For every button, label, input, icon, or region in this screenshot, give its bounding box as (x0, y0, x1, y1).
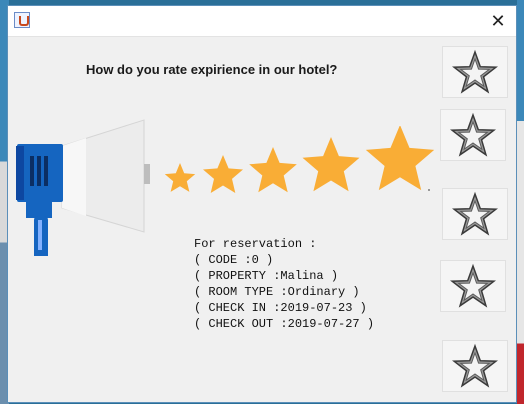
rate-4-star-button[interactable] (440, 260, 506, 312)
five-star-graphic (164, 126, 435, 193)
close-icon: ✕ (490, 10, 506, 31)
reservation-room-type: ( ROOM TYPE :Ordinary ) (194, 285, 360, 299)
star-outline-icon (451, 343, 499, 388)
title-bar: ✕ (8, 6, 516, 37)
star-icon (164, 163, 196, 192)
background-app-right (517, 0, 524, 404)
reservation-property: ( PROPERTY :Malina ) (194, 269, 339, 283)
rate-3-star-button[interactable] (442, 188, 508, 240)
megaphone-icon (16, 119, 150, 256)
star-outline-icon (449, 263, 497, 308)
star-outline-icon (451, 191, 499, 236)
reservation-check-in: ( CHECK IN :2019-07-23 ) (194, 301, 367, 315)
star-icon (365, 126, 435, 191)
star-outline-icon (451, 49, 499, 94)
rating-question: How do you rate expirience in our hotel? (86, 62, 338, 77)
star-outline-icon (449, 112, 497, 157)
rate-2-star-button[interactable] (440, 109, 506, 161)
reservation-code: ( CODE :0 ) (194, 253, 274, 267)
close-button[interactable]: ✕ (486, 9, 510, 33)
rate-5-star-button[interactable] (442, 340, 508, 392)
java-icon (14, 12, 30, 28)
reservation-header: For reservation : (194, 237, 317, 251)
divider-dot (428, 189, 430, 191)
reservation-check-out: ( CHECK OUT :2019-07-27 ) (194, 317, 375, 331)
reservation-info: For reservation : ( CODE :0 ) ( PROPERTY… (194, 236, 374, 332)
rating-dialog: ✕ How do you rate expirience in our hote… (7, 5, 517, 403)
star-icon (302, 137, 360, 192)
star-icon (249, 147, 297, 193)
star-icon (203, 155, 243, 193)
rate-1-star-button[interactable] (442, 46, 508, 98)
